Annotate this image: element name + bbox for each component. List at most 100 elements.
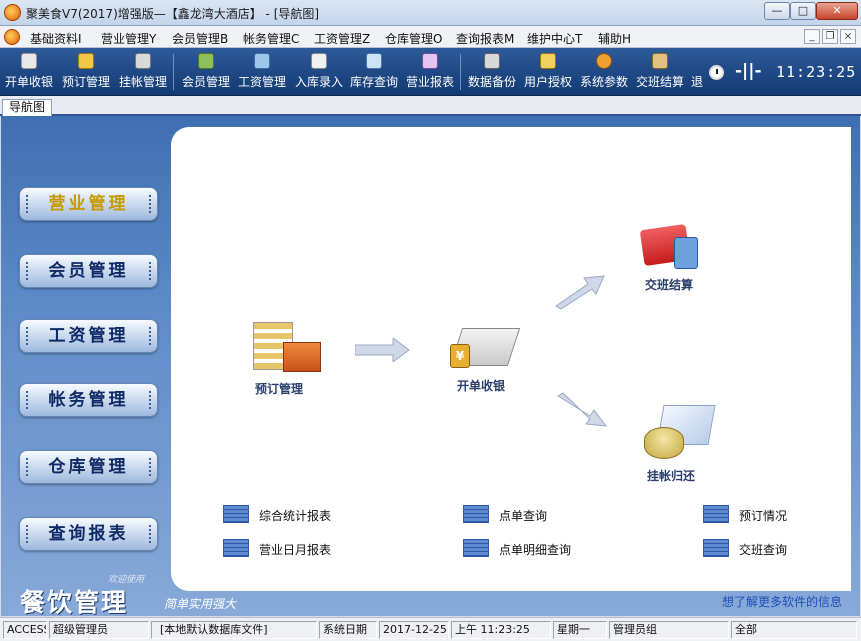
checkout-feature[interactable]: ¥: [448, 322, 521, 370]
nav-label: 工资管理: [48, 326, 129, 346]
inventory-search-icon: [366, 53, 382, 69]
credit-feature[interactable]: [642, 405, 716, 461]
arrow-right-icon: [355, 338, 410, 362]
nav-deco: [149, 262, 151, 280]
more-info-link[interactable]: 想了解更多软件的信息: [722, 593, 842, 610]
reserve-feature[interactable]: [253, 322, 323, 372]
toolbar-backup-button[interactable]: 数据备份: [466, 51, 518, 93]
menu-salary[interactable]: 工资管理Z: [314, 30, 370, 47]
nav-label: 查询报表: [48, 524, 129, 544]
toolbar-inventory-button[interactable]: 库存查询: [348, 51, 400, 93]
salary-icon: [254, 53, 270, 69]
minimize-button[interactable]: —: [764, 2, 790, 20]
table-icon: [703, 539, 729, 557]
nav-reports-button[interactable]: 查询报表: [19, 517, 158, 551]
title-bar: 聚美食V7(2017)增强版—【鑫龙湾大酒店】 - [导航图] — □ ✕: [0, 0, 861, 26]
report-label: 营业日月报表: [259, 543, 332, 557]
toolbar-label: 库存查询: [349, 75, 398, 89]
toolbar-label: 会员管理: [181, 75, 230, 89]
report-shift-query-link[interactable]: 交班查询: [703, 539, 803, 557]
status-group: 管理员组: [609, 621, 729, 639]
app-icon: [4, 4, 21, 21]
arrow-down-right-icon: [557, 392, 608, 427]
toolbar-label: 数据备份: [467, 75, 516, 89]
report-order-detail-link[interactable]: 点单明细查询: [463, 539, 583, 557]
brand-title: 餐饮管理: [20, 588, 129, 617]
tab-navigation[interactable]: 导航图: [2, 99, 53, 116]
toolbar-label: 交班结算: [635, 75, 684, 89]
toolbar-report-button[interactable]: 营业报表: [404, 51, 456, 93]
report-label: 交班查询: [739, 543, 788, 557]
brand-subtitle: 简单实用强大: [164, 597, 237, 611]
report-order-query-link[interactable]: 点单查询: [463, 505, 573, 523]
menu-accounts[interactable]: 帐务管理C: [243, 30, 299, 47]
nav-business-button[interactable]: 营业管理: [19, 187, 158, 221]
report-label: 综合统计报表: [259, 509, 332, 523]
reserve-label[interactable]: 预订管理: [255, 380, 303, 397]
report-reservation-link[interactable]: 预订情况: [703, 505, 803, 523]
menu-basic-data[interactable]: 基础资料I: [30, 30, 82, 47]
menu-reports[interactable]: 查询报表M: [456, 30, 514, 47]
menu-warehouse[interactable]: 仓库管理O: [385, 30, 442, 47]
nav-salary-button[interactable]: 工资管理: [19, 319, 158, 353]
toolbar-salary-button[interactable]: 工资管理: [236, 51, 288, 93]
report-summary-link[interactable]: 综合统计报表: [223, 505, 343, 523]
toolbar-member-button[interactable]: 会员管理: [180, 51, 232, 93]
shift-icon: [652, 53, 668, 69]
status-datasource: [本地默认数据库文件]: [151, 621, 317, 639]
mdi-minimize-button[interactable]: _: [804, 29, 820, 44]
toolbar-separator: [173, 54, 174, 90]
table-icon: [463, 539, 489, 557]
menu-member[interactable]: 会员管理B: [172, 30, 228, 47]
checkout-label[interactable]: 开单收银: [457, 377, 505, 394]
nav-deco: [26, 391, 28, 409]
backup-icon: [484, 53, 500, 69]
maximize-button[interactable]: □: [790, 2, 816, 20]
toolbar-checkout-button[interactable]: 开单收银: [4, 51, 54, 93]
coins-icon: [644, 427, 684, 459]
status-user: 超级管理员: [49, 621, 149, 639]
toolbar-credit-button[interactable]: 挂帐管理: [117, 51, 169, 93]
nav-accounts-button[interactable]: 帐务管理: [19, 383, 158, 417]
mdi-restore-button[interactable]: ❐: [822, 29, 838, 44]
box-icon: [283, 342, 321, 372]
mdi-close-button[interactable]: ×: [840, 29, 856, 44]
toolbar-label: 营业报表: [405, 75, 454, 89]
credit-label[interactable]: 挂帐归还: [647, 467, 695, 484]
key-icon: [540, 53, 556, 69]
menu-bar: 基础资料I 营业管理Y 会员管理B 帐务管理C 工资管理Z 仓库管理O 查询报表…: [0, 26, 861, 48]
toolbar-auth-button[interactable]: 用户授权: [522, 51, 574, 93]
shift-label[interactable]: 交班结算: [645, 276, 693, 293]
toolbar-exit-button[interactable]: 退: [690, 51, 704, 93]
nav-warehouse-button[interactable]: 仓库管理: [19, 450, 158, 484]
shift-feature[interactable]: [639, 223, 700, 271]
toolbar-settings-button[interactable]: 系统参数: [578, 51, 630, 93]
toolbar-separator: [460, 54, 461, 90]
report-daily-monthly-link[interactable]: 营业日月报表: [223, 539, 343, 557]
nav-label: 营业管理: [48, 194, 129, 214]
nav-member-button[interactable]: 会员管理: [19, 254, 158, 288]
toolbar-label: 工资管理: [237, 75, 286, 89]
menu-help[interactable]: 辅助H: [598, 30, 631, 47]
toolbar-reserve-button[interactable]: 预订管理: [60, 51, 112, 93]
nav-label: 帐务管理: [48, 390, 129, 410]
menu-maintenance[interactable]: 维护中心T: [527, 30, 582, 47]
toolbar-shift-button[interactable]: 交班结算: [634, 51, 686, 93]
report-label: 点单明细查询: [499, 543, 572, 557]
toolbar-stock-in-button[interactable]: 入库录入: [293, 51, 345, 93]
toolbar-label: 预订管理: [61, 75, 110, 89]
clock-time: 11:23:25: [776, 63, 857, 81]
report-label: 预订情况: [739, 509, 788, 523]
menu-app-icon[interactable]: [4, 29, 20, 45]
status-weekday: 星期一: [553, 621, 607, 639]
close-button[interactable]: ✕: [816, 2, 858, 20]
ledger-icon: [135, 53, 151, 69]
table-icon: [703, 505, 729, 523]
table-icon: [223, 539, 249, 557]
arrow-up-right-icon: [555, 275, 605, 310]
tab-strip: 导航图: [0, 96, 861, 116]
menu-business[interactable]: 营业管理Y: [101, 30, 156, 47]
nav-label: 仓库管理: [48, 457, 129, 477]
receipt-icon: [21, 53, 37, 69]
reserve-icon: [78, 53, 94, 69]
